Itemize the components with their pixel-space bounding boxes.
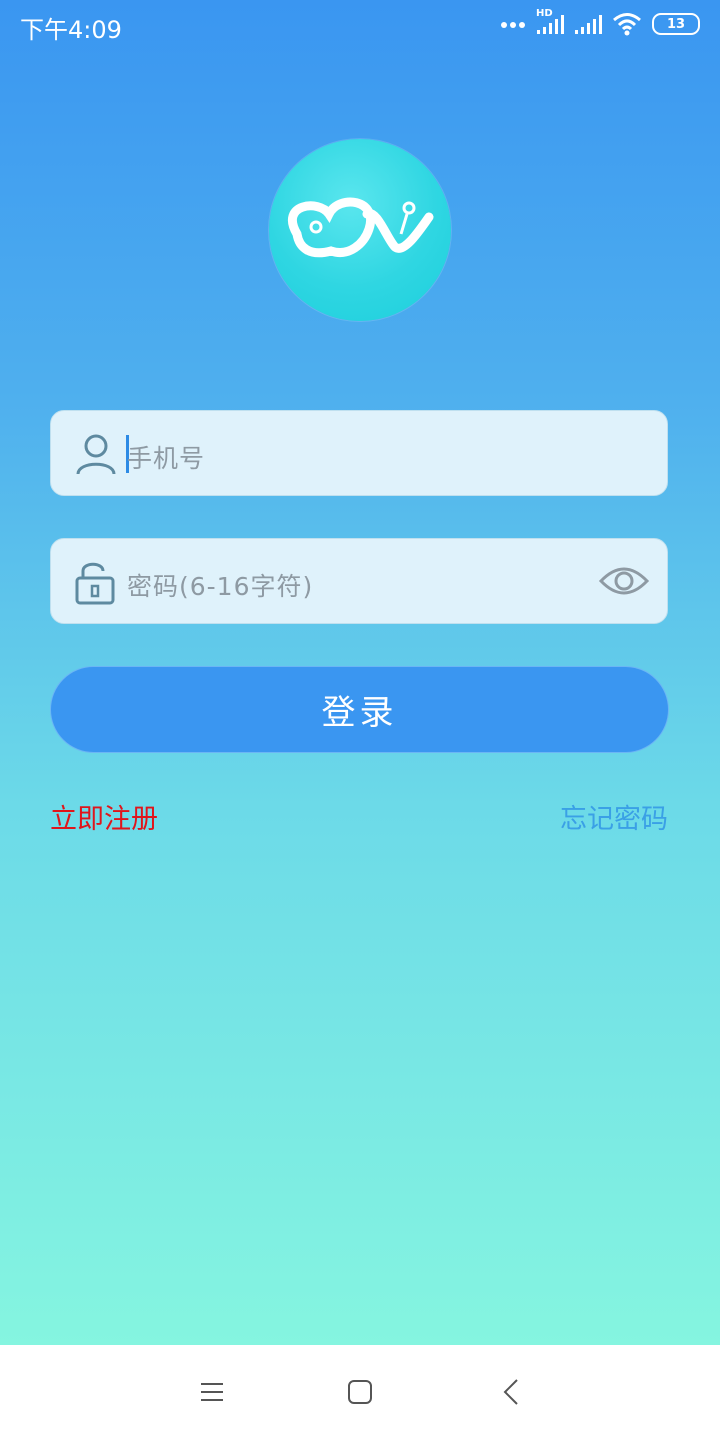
app-logo	[269, 139, 451, 321]
menu-icon[interactable]	[197, 1377, 227, 1407]
home-icon[interactable]	[345, 1377, 375, 1407]
login-screen: 下午4:09 HD 13 手机号 密码(6-16字符) 登录 立即注册 忘记密码	[0, 0, 720, 1345]
unlock-icon	[75, 562, 115, 605]
battery-level: 13	[666, 16, 686, 32]
phone-field[interactable]: 手机号	[50, 410, 668, 496]
password-field[interactable]: 密码(6-16字符)	[50, 538, 668, 624]
eye-icon[interactable]	[599, 561, 649, 601]
password-input-placeholder[interactable]: 密码(6-16字符)	[127, 567, 313, 603]
forgot-password-link[interactable]: 忘记密码	[560, 797, 668, 836]
back-icon[interactable]	[497, 1377, 527, 1407]
app-logo-mv-icon	[287, 197, 434, 258]
status-time: 下午4:09	[20, 16, 122, 44]
login-button-label: 登录	[321, 693, 398, 733]
login-button[interactable]: 登录	[50, 666, 669, 753]
signal-icon	[575, 15, 602, 34]
status-icons: HD 13	[500, 8, 700, 36]
battery-icon: 13	[652, 13, 700, 35]
system-nav-bar	[0, 1345, 720, 1440]
register-link[interactable]: 立即注册	[50, 797, 158, 836]
more-dots-icon	[501, 22, 525, 28]
status-bar: 下午4:09 HD 13	[0, 0, 720, 52]
hd-signal-icon: HD	[536, 8, 564, 36]
phone-input-placeholder[interactable]: 手机号	[127, 439, 205, 475]
wifi-icon	[613, 13, 641, 36]
user-icon	[76, 434, 116, 475]
